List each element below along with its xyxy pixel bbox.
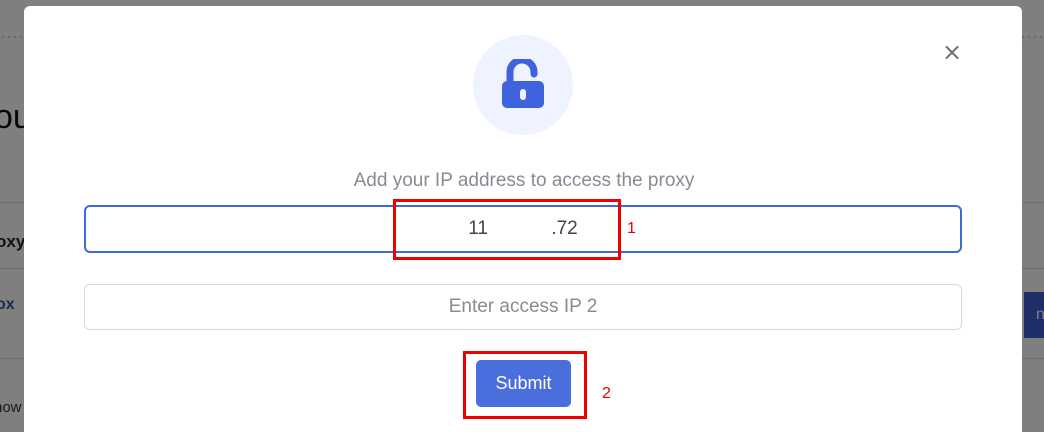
close-button[interactable]: × [940,40,964,64]
annotation-label-1: 1 [627,220,636,237]
modal-subtitle: Add your IP address to access the proxy [353,170,695,191]
access-ip-2-input[interactable]: Enter access IP 2 [84,284,962,330]
annotation-box-2 [463,351,587,419]
annotation-label-2: 2 [602,385,611,402]
annotation-box-1 [393,199,621,260]
unlock-icon-badge [473,35,573,135]
unlock-icon [502,59,544,108]
